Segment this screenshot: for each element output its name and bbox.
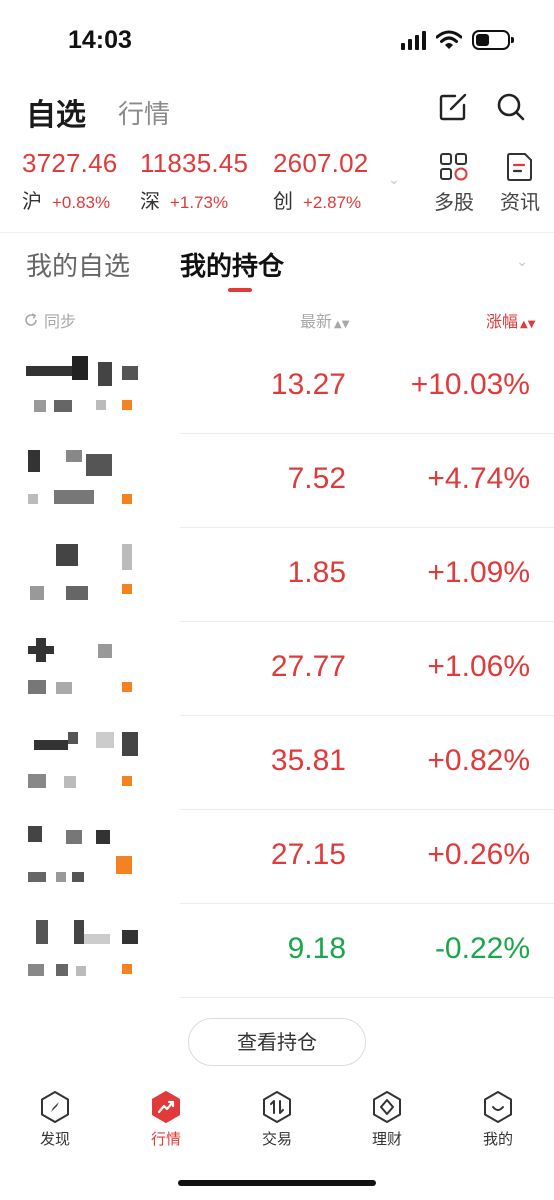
market-indices: 3727.46 沪 +0.83% 11835.45 深 +1.73% 2607.… xyxy=(0,148,554,220)
news-label: 资讯 xyxy=(500,190,540,214)
active-tab-indicator xyxy=(228,288,252,292)
holding-change: +4.74% xyxy=(427,462,530,495)
status-time: 14:03 xyxy=(68,26,132,54)
index-name: 深 xyxy=(140,189,160,213)
sort-icon: ▲▼ xyxy=(520,319,536,330)
holding-price: 9.18 xyxy=(287,932,346,965)
holding-change: +1.06% xyxy=(427,650,530,683)
market-trend-icon xyxy=(152,1091,180,1123)
index-value: 2607.02 xyxy=(273,148,369,178)
holding-price: 27.77 xyxy=(270,650,346,683)
grid-icon xyxy=(440,153,468,181)
news-button[interactable]: 资讯 xyxy=(490,152,550,215)
holding-row[interactable]: 1.85 +1.09% xyxy=(0,528,554,622)
chevron-down-icon[interactable]: ⌄ xyxy=(516,254,528,270)
status-bar: 14:03 xyxy=(0,0,554,80)
holdings-list: 13.27 +10.03% 7.52 +4.74% 1.85 +1.09% 27… xyxy=(0,340,554,998)
tab-watchlist[interactable]: 自选 xyxy=(26,90,86,134)
nav-market[interactable]: 行情 xyxy=(126,1090,206,1149)
holding-change: +0.26% xyxy=(427,838,530,871)
row-separator xyxy=(180,997,554,998)
pixelated-stock-name xyxy=(26,732,146,796)
holding-row[interactable]: 13.27 +10.03% xyxy=(0,340,554,434)
nav-trade[interactable]: 交易 xyxy=(237,1090,317,1149)
index-change: +1.73% xyxy=(170,193,229,212)
multi-stock-button[interactable]: 多股 xyxy=(424,152,484,215)
sync-button[interactable]: 同步 xyxy=(24,308,76,332)
battery-icon xyxy=(472,30,514,50)
holding-row[interactable]: 27.15 +0.26% xyxy=(0,810,554,904)
holding-price: 13.27 xyxy=(270,368,346,401)
view-holdings-button[interactable]: 查看持仓 xyxy=(188,1018,366,1066)
index-chinext[interactable]: 2607.02 创 +2.87% xyxy=(273,148,368,214)
holding-row[interactable]: 7.52 +4.74% xyxy=(0,434,554,528)
index-name: 沪 xyxy=(22,189,42,213)
nav-wealth[interactable]: 理财 xyxy=(347,1090,427,1149)
sync-label: 同步 xyxy=(44,312,77,331)
search-icon[interactable] xyxy=(496,92,526,122)
holding-price: 35.81 xyxy=(270,744,346,777)
multi-stock-label: 多股 xyxy=(434,190,474,214)
holding-price: 27.15 xyxy=(270,838,346,871)
holding-change: +0.82% xyxy=(427,744,530,777)
wifi-icon xyxy=(436,30,462,49)
pixelated-stock-name xyxy=(26,638,146,702)
status-icons xyxy=(401,30,514,50)
index-value: 3727.46 xyxy=(22,148,118,178)
top-header: 自选 行情 xyxy=(0,80,554,140)
holding-change: +10.03% xyxy=(410,368,530,401)
bottom-nav: 发现 行情 交易 理财 我的 xyxy=(0,1080,554,1170)
nav-market-label: 行情 xyxy=(150,1130,181,1148)
nav-discover[interactable]: 发现 xyxy=(15,1090,95,1149)
pixelated-stock-name xyxy=(26,826,146,890)
tab-my-holdings[interactable]: 我的持仓 xyxy=(180,246,284,283)
index-change: +2.87% xyxy=(303,193,362,212)
profile-icon xyxy=(484,1091,512,1123)
cellular-signal-icon xyxy=(401,30,426,50)
nav-trade-label: 交易 xyxy=(261,1130,292,1148)
tab-market[interactable]: 行情 xyxy=(118,94,170,131)
edit-icon[interactable] xyxy=(438,92,468,122)
index-value: 11835.45 xyxy=(140,148,249,178)
sort-icon: ▲▼ xyxy=(334,319,350,330)
index-change: +0.83% xyxy=(52,193,111,212)
sort-latest[interactable]: 最新 ▲▼ xyxy=(300,308,349,332)
holding-row[interactable]: 35.81 +0.82% xyxy=(0,716,554,810)
pixelated-stock-name xyxy=(26,450,146,514)
tab-my-watchlist[interactable]: 我的自选 xyxy=(26,246,130,283)
nav-wealth-label: 理财 xyxy=(371,1130,402,1148)
latest-label: 最新 xyxy=(300,312,333,331)
nav-mine[interactable]: 我的 xyxy=(458,1090,538,1149)
chevron-down-icon[interactable]: ⌄ xyxy=(388,172,400,188)
index-shenzhen[interactable]: 11835.45 深 +1.73% xyxy=(140,148,248,214)
holding-price: 1.85 xyxy=(287,556,346,589)
holding-row[interactable]: 27.77 +1.06% xyxy=(0,622,554,716)
news-icon xyxy=(507,153,532,181)
holding-change: -0.22% xyxy=(434,932,530,965)
trade-icon xyxy=(263,1091,291,1123)
section-tabs: 我的自选 我的持仓 ⌄ xyxy=(0,240,554,300)
nav-mine-label: 我的 xyxy=(482,1130,513,1148)
holding-change: +1.09% xyxy=(427,556,530,589)
refresh-icon xyxy=(25,313,37,326)
sort-change[interactable]: 涨幅 ▲▼ xyxy=(486,308,535,332)
compass-icon xyxy=(41,1091,69,1123)
divider xyxy=(0,232,554,233)
wealth-icon xyxy=(373,1091,401,1123)
index-name: 创 xyxy=(273,189,293,213)
pixelated-stock-name xyxy=(26,920,146,984)
holding-row[interactable]: 9.18 -0.22% xyxy=(0,904,554,998)
index-shanghai[interactable]: 3727.46 沪 +0.83% xyxy=(22,148,117,214)
home-indicator[interactable] xyxy=(178,1180,376,1186)
change-label: 涨幅 xyxy=(486,312,519,331)
holding-price: 7.52 xyxy=(287,462,346,495)
pixelated-stock-name xyxy=(26,544,146,608)
pixelated-stock-name xyxy=(26,356,146,420)
nav-discover-label: 发现 xyxy=(39,1130,70,1148)
column-header: 同步 最新 ▲▼ 涨幅 ▲▼ xyxy=(0,300,554,340)
